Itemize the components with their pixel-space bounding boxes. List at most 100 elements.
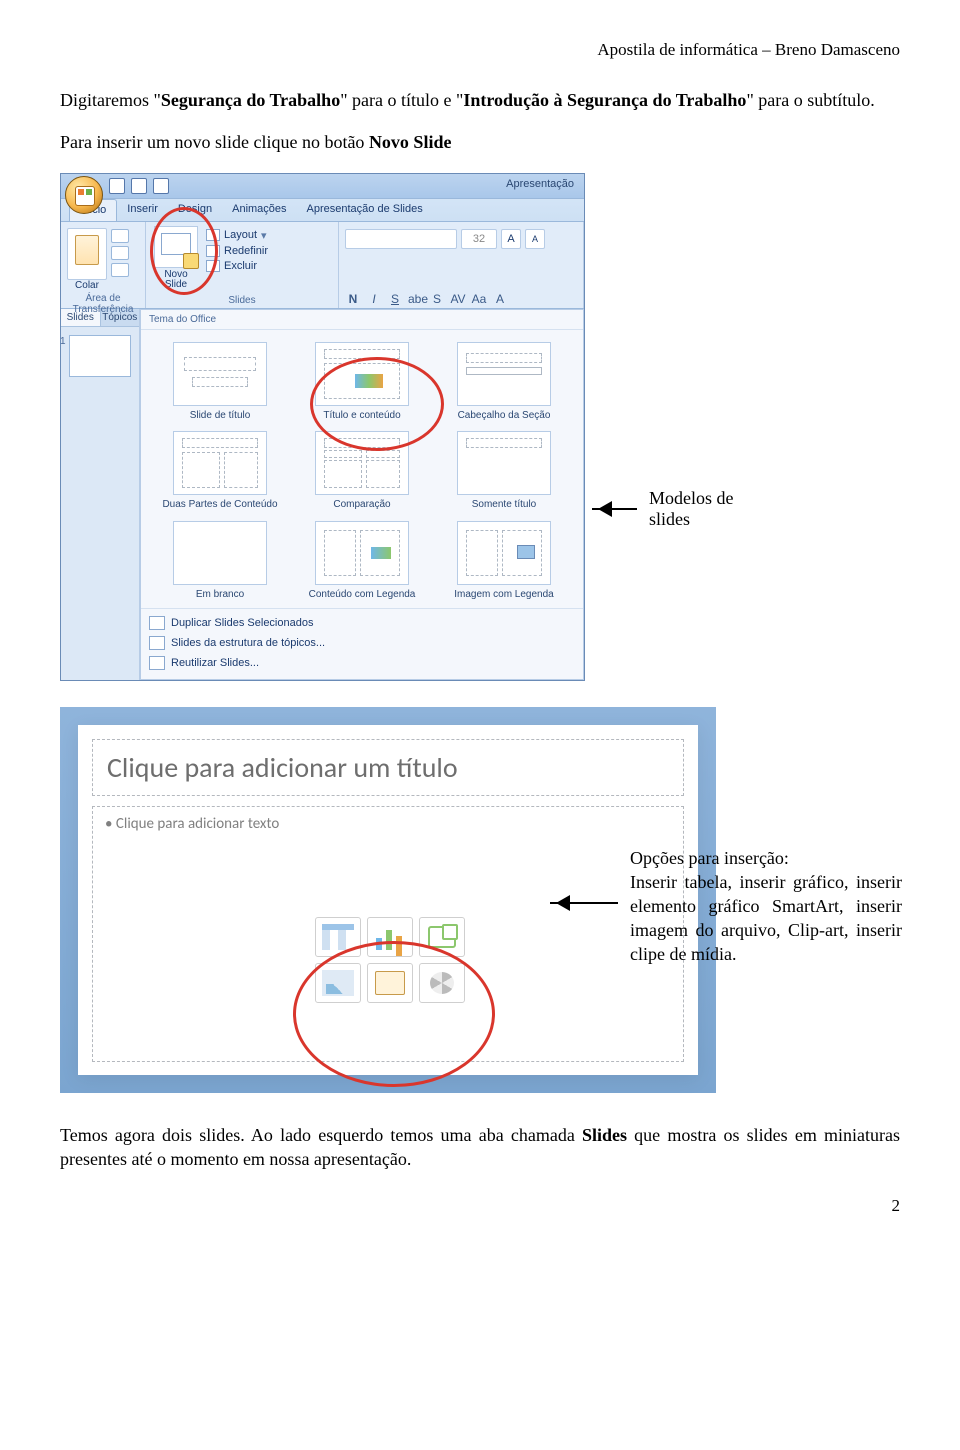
font-size-dropdown[interactable]: 32 — [461, 229, 497, 249]
arrow-text-1: Modelos de slides — [649, 488, 735, 530]
p2-prefix: Para inserir um novo slide clique no bot… — [60, 132, 369, 152]
group-slides-label: Slides — [152, 293, 332, 306]
office-button-icon[interactable] — [65, 176, 103, 214]
reuse-icon — [149, 656, 165, 670]
insert-media-icon[interactable] — [419, 963, 465, 1003]
tab-animacoes[interactable]: Animações — [222, 199, 296, 221]
bold-button[interactable]: N — [345, 292, 361, 306]
tab-inserir[interactable]: Inserir — [117, 199, 168, 221]
slide-canvas-bg: Clique para adicionar um título Clique p… — [60, 707, 716, 1093]
ribbon-tabs: Início Inserir Design Animações Apresent… — [61, 199, 584, 222]
gallery-label: Conteúdo com Legenda — [295, 589, 429, 601]
p1-mid: " para o título e " — [340, 90, 463, 110]
arrow-icon — [592, 508, 637, 510]
opt-duplicar[interactable]: Duplicar Slides Selecionados — [149, 613, 575, 633]
paragraph-3: Temos agora dois slides. Ao lado esquerd… — [60, 1123, 900, 1172]
p2-bold: Novo Slide — [369, 132, 452, 152]
layout-label: Layout — [224, 229, 257, 241]
opt-reutilizar[interactable]: Reutilizar Slides... — [149, 653, 575, 673]
strike-button[interactable]: abe — [408, 292, 424, 306]
slide-gallery-area: Slides Tópicos Tema do Office Slide de t… — [61, 309, 584, 681]
insert-chart-icon[interactable] — [367, 917, 413, 957]
quick-access-toolbar — [109, 178, 169, 194]
shrink-font-icon[interactable]: A — [525, 229, 545, 249]
layout-cabecalho-secao[interactable]: Cabeçalho da Seção — [437, 342, 571, 422]
opt-estrutura[interactable]: Slides da estrutura de tópicos... — [149, 633, 575, 653]
layout-duas-partes[interactable]: Duas Partes de Conteúdo — [153, 431, 287, 511]
slide-thumbnail-1[interactable] — [69, 335, 131, 377]
insert-smartart-icon[interactable] — [419, 917, 465, 957]
shadow-button[interactable]: S — [429, 292, 445, 306]
tab-design[interactable]: Design — [168, 199, 222, 221]
spacing-button[interactable]: AV — [450, 292, 466, 306]
gallery-label: Comparação — [295, 499, 429, 511]
p1-prefix: Digitaremos " — [60, 90, 161, 110]
layout-conteudo-legenda[interactable]: Conteúdo com Legenda — [295, 521, 429, 601]
copy-icon[interactable] — [111, 246, 129, 260]
new-slide-button[interactable]: Novo Slide — [152, 226, 200, 291]
arrow-label-2 — [550, 902, 630, 904]
p1-bold-2: Introdução à Segurança do Trabalho — [463, 90, 746, 110]
new-slide-label: Novo Slide — [152, 270, 200, 291]
italic-button[interactable]: I — [366, 292, 382, 306]
clipboard-small-buttons — [111, 229, 129, 291]
undo-icon[interactable] — [131, 178, 147, 194]
group-font: 32 A A N I S abe S AV Aa A — [339, 222, 584, 308]
case-button[interactable]: Aa — [471, 292, 487, 306]
slide-layout-options: Layout ▾ Redefinir Excluir — [206, 229, 268, 272]
cut-icon[interactable] — [111, 229, 129, 243]
title-placeholder[interactable]: Clique para adicionar um título — [92, 739, 684, 796]
layout-somente-titulo[interactable]: Somente título — [437, 431, 571, 511]
reset-option[interactable]: Redefinir — [206, 245, 268, 257]
layout-gallery: Tema do Office Slide de título Título e … — [140, 309, 584, 681]
delete-option[interactable]: Excluir — [206, 260, 268, 272]
redo-icon[interactable] — [153, 178, 169, 194]
layout-icon — [206, 229, 220, 241]
outline-icon — [149, 636, 165, 650]
grow-font-icon[interactable]: A — [501, 229, 521, 249]
underline-button[interactable]: S — [387, 292, 403, 306]
window-title: Apresentação — [506, 178, 574, 190]
group-clipboard-label: Área de Transferência — [67, 291, 139, 315]
content-placeholder[interactable]: Clique para adicionar texto — [92, 806, 684, 1062]
slides-sidebar: Slides Tópicos — [61, 309, 140, 681]
delete-label: Excluir — [224, 260, 257, 272]
group-slides: Novo Slide Layout ▾ Redefinir Excluir Sl… — [146, 222, 339, 308]
gallery-label: Slide de título — [153, 410, 287, 422]
font-color-button[interactable]: A — [492, 292, 508, 306]
screenshot-1-container: Apresentação Início Inserir Design Anima… — [60, 173, 585, 682]
caption-title: Opções para inserção: — [630, 848, 789, 868]
ribbon-body: Colar Área de Transferência — [61, 222, 584, 309]
duplicate-icon — [149, 616, 165, 630]
layout-em-branco[interactable]: Em branco — [153, 521, 287, 601]
save-icon[interactable] — [109, 178, 125, 194]
caption-body: Inserir tabela, inserir gráfico, inserir… — [630, 872, 902, 964]
caption-insertion-options: Opções para inserção: Inserir tabela, in… — [630, 847, 902, 967]
layout-option[interactable]: Layout ▾ — [206, 229, 268, 242]
opt-label: Reutilizar Slides... — [171, 657, 259, 669]
page-number: 2 — [60, 1196, 900, 1216]
reset-icon — [206, 245, 220, 257]
paste-icon[interactable] — [67, 228, 107, 280]
layout-titulo-conteudo[interactable]: Título e conteúdo — [295, 342, 429, 422]
insert-table-icon[interactable] — [315, 917, 361, 957]
insert-picture-icon[interactable] — [315, 963, 361, 1003]
delete-icon — [206, 260, 220, 272]
font-family-dropdown[interactable] — [345, 229, 457, 249]
font-style-row: N I S abe S AV Aa A — [345, 292, 577, 306]
layout-comparacao[interactable]: Comparação — [295, 431, 429, 511]
gallery-label: Imagem com Legenda — [437, 589, 571, 601]
opt-label: Slides da estrutura de tópicos... — [171, 637, 325, 649]
tab-apresentacao[interactable]: Apresentação de Slides — [297, 199, 433, 221]
paragraph-1: Digitaremos "Segurança do Trabalho" para… — [60, 88, 900, 112]
titlebar: Apresentação — [61, 174, 584, 199]
insert-clipart-icon[interactable] — [367, 963, 413, 1003]
p3-bold: Slides — [582, 1125, 627, 1145]
format-painter-icon[interactable] — [111, 263, 129, 277]
opt-label: Duplicar Slides Selecionados — [171, 617, 313, 629]
layout-imagem-legenda[interactable]: Imagem com Legenda — [437, 521, 571, 601]
gallery-label: Duas Partes de Conteúdo — [153, 499, 287, 511]
slide-canvas: Clique para adicionar um título Clique p… — [78, 725, 698, 1075]
layout-slide-de-titulo[interactable]: Slide de título — [153, 342, 287, 422]
gallery-footer: Duplicar Slides Selecionados Slides da e… — [141, 608, 583, 679]
